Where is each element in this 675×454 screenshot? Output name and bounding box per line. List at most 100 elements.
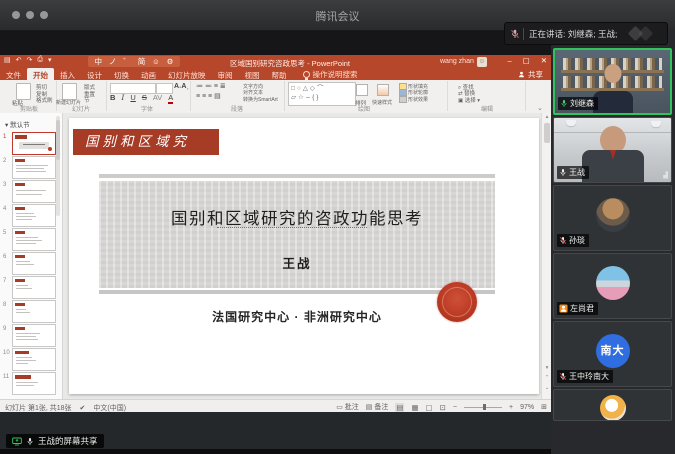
tab-animations[interactable]: 动画 xyxy=(135,68,162,80)
participant-tile-1[interactable]: 刘继森 xyxy=(553,48,672,115)
format-painter-button[interactable]: 格式刷 xyxy=(36,96,53,104)
section-header[interactable]: ▾ 默认节 xyxy=(5,119,30,129)
language-indicator[interactable]: 中文(中国) xyxy=(93,403,126,412)
scroll-down-icon[interactable]: ▾ xyxy=(542,365,551,371)
next-slide-icon[interactable]: ⌄ xyxy=(542,385,551,391)
smartart-button[interactable]: 转换为SmartArt xyxy=(243,96,278,103)
notes-button[interactable]: ▤ 备注 xyxy=(366,402,389,412)
scrollbar-thumb[interactable] xyxy=(544,123,550,143)
slide-thumb-9[interactable]: 9 xyxy=(0,324,62,346)
ime-pen-icon[interactable]: ノ xyxy=(109,56,117,67)
tab-view[interactable]: 视图 xyxy=(239,68,266,80)
tab-home[interactable]: 开始 xyxy=(27,68,54,80)
quick-styles-icon[interactable] xyxy=(377,84,389,96)
slide-thumb-3[interactable]: 3 xyxy=(0,180,62,202)
shape-effects-button[interactable]: 形状效果 xyxy=(399,96,428,103)
comments-button[interactable]: ▭ 批注 xyxy=(336,402,359,412)
participant-tile-5[interactable]: 南大 王中玲南大 xyxy=(553,321,672,387)
normal-view-icon[interactable]: ▤ xyxy=(395,403,404,412)
ime-lang-icon[interactable]: 中 xyxy=(94,56,102,67)
ime-toolbar[interactable]: 中 ノ ゛ 简 ☺ ⚙ xyxy=(88,56,180,67)
undo-icon[interactable]: ↶ xyxy=(16,56,22,64)
slide-thumb-7[interactable]: 7 xyxy=(0,276,62,298)
slide-corner-textbox[interactable]: 国别和区域究 xyxy=(73,129,219,155)
minimize-button[interactable]: – xyxy=(507,56,511,65)
ime-emoji-icon[interactable]: ☺ xyxy=(152,57,160,66)
share-button[interactable]: 共享 xyxy=(510,68,551,80)
slide-thumb-4[interactable]: 4 xyxy=(0,204,62,226)
tab-file[interactable]: 文件 xyxy=(0,68,27,80)
slide-thumb-8[interactable]: 8 xyxy=(0,300,62,322)
participant-tile-3[interactable]: 孙琰 xyxy=(553,185,672,251)
font-color-button[interactable]: A xyxy=(168,93,173,104)
tab-slideshow[interactable]: 幻灯片放映 xyxy=(162,68,212,80)
tab-transitions[interactable]: 切换 xyxy=(108,68,135,80)
participant-tile-4[interactable]: 左尚君 xyxy=(553,253,672,319)
slide-thumb-10[interactable]: 10 xyxy=(0,348,62,370)
participant-name-badge: 左尚君 xyxy=(557,302,598,315)
paragraph-icons-row2[interactable]: ≡ ≡ ≡ ▤ xyxy=(196,92,221,100)
mic-muted-icon xyxy=(510,29,520,39)
title-banner[interactable]: 国别和区域研究的咨政功能思考 王战 xyxy=(99,181,495,288)
section-button[interactable]: 节 xyxy=(84,96,90,104)
arrange-icon[interactable] xyxy=(356,84,368,96)
tab-insert[interactable]: 插入 xyxy=(54,68,81,80)
tell-me-search[interactable]: 操作说明搜索 xyxy=(303,68,358,80)
paragraph-icons-row1[interactable]: ≔ ≕ ≡ ≣ xyxy=(196,82,226,90)
quick-access-toolbar: ▤ ↶ ↷ ⎙ ▾ xyxy=(4,56,52,64)
close-button[interactable]: ✕ xyxy=(541,56,547,65)
share-badge-text: 王战的屏幕共享 xyxy=(38,435,98,447)
account-name[interactable]: wang zhan xyxy=(440,58,474,65)
thumb-art xyxy=(12,276,56,299)
participant-tile-6[interactable] xyxy=(553,389,672,421)
slide-canvas[interactable]: 国别和区域究 国别和区域研究的咨政功能思考 王战 法国研究中心 · 非洲研究中心 xyxy=(69,118,539,394)
shapes-gallery[interactable]: □○△◇⌒ ▱☆⌣{} xyxy=(288,82,356,106)
zoom-out-button[interactable]: − xyxy=(453,404,457,411)
ime-simplified-icon[interactable]: 简 xyxy=(138,56,146,67)
strikethrough-button[interactable]: S xyxy=(142,93,147,104)
scroll-up-icon[interactable]: ▴ xyxy=(542,114,551,120)
slide-thumb-11[interactable]: 11 xyxy=(0,372,62,394)
char-spacing-button[interactable]: AV xyxy=(153,93,162,104)
bold-button[interactable]: B xyxy=(110,93,115,104)
slide-thumb-2[interactable]: 2 xyxy=(0,156,62,178)
prev-slide-icon[interactable]: ⌃ xyxy=(542,375,551,381)
fit-slide-icon[interactable]: ⊞ xyxy=(541,403,547,411)
collapse-ribbon-icon[interactable]: ⌄ xyxy=(537,104,543,112)
save-icon[interactable]: ▤ xyxy=(4,56,11,64)
slide-thumb-6[interactable]: 6 xyxy=(0,252,62,274)
select-button[interactable]: ▣ 选择 ▾ xyxy=(458,96,480,104)
participant-tile-2[interactable]: 王战 ▟ xyxy=(553,117,672,183)
new-slide-button[interactable] xyxy=(62,83,77,100)
restore-button[interactable]: ▢ xyxy=(523,56,530,65)
participants-sidebar: 刘继森 王战 ▟ xyxy=(551,30,675,454)
ime-punct-icon[interactable]: ゛ xyxy=(123,56,131,67)
underline-button[interactable]: U xyxy=(130,93,135,104)
reading-view-icon[interactable]: ▢ xyxy=(426,403,433,412)
ribbon-tab-bar: 文件 开始 插入 设计 切换 动画 幻灯片放映 审阅 视图 帮助 操作说明搜索 … xyxy=(0,68,551,80)
share-person-icon xyxy=(518,71,525,78)
qat-more-icon[interactable]: ▾ xyxy=(48,56,52,64)
mic-icon xyxy=(26,437,34,446)
tab-design[interactable]: 设计 xyxy=(81,68,108,80)
tab-help[interactable]: 帮助 xyxy=(266,68,293,80)
participant-name: 左尚君 xyxy=(570,303,594,314)
ime-settings-icon[interactable]: ⚙ xyxy=(167,57,174,66)
zoom-in-button[interactable]: + xyxy=(509,404,513,411)
account-avatar[interactable]: ☺ xyxy=(477,57,487,67)
speaking-text: 正在讲话: 刘继森; 王战; xyxy=(529,28,617,40)
canvas-scrollbar[interactable]: ▴ ▾ ⌃ ⌄ xyxy=(541,113,551,399)
slide-thumb-5[interactable]: 5 xyxy=(0,228,62,250)
redo-icon[interactable]: ↷ xyxy=(27,56,33,64)
grow-shrink-font[interactable]: A˔A˯ xyxy=(174,83,189,90)
slideshow-view-icon[interactable]: ⊡ xyxy=(440,403,446,412)
tab-review[interactable]: 审阅 xyxy=(212,68,239,80)
italic-button[interactable]: I xyxy=(121,93,124,104)
print-icon[interactable]: ⎙ xyxy=(37,56,43,64)
slide-thumb-1[interactable]: 1 xyxy=(0,132,62,154)
sorter-view-icon[interactable]: ▦ xyxy=(411,403,418,412)
paste-button[interactable] xyxy=(16,83,31,100)
zoom-slider[interactable] xyxy=(464,407,502,408)
zoom-level[interactable]: 97% xyxy=(520,404,534,411)
spellcheck-icon[interactable]: ✔ xyxy=(80,404,86,412)
